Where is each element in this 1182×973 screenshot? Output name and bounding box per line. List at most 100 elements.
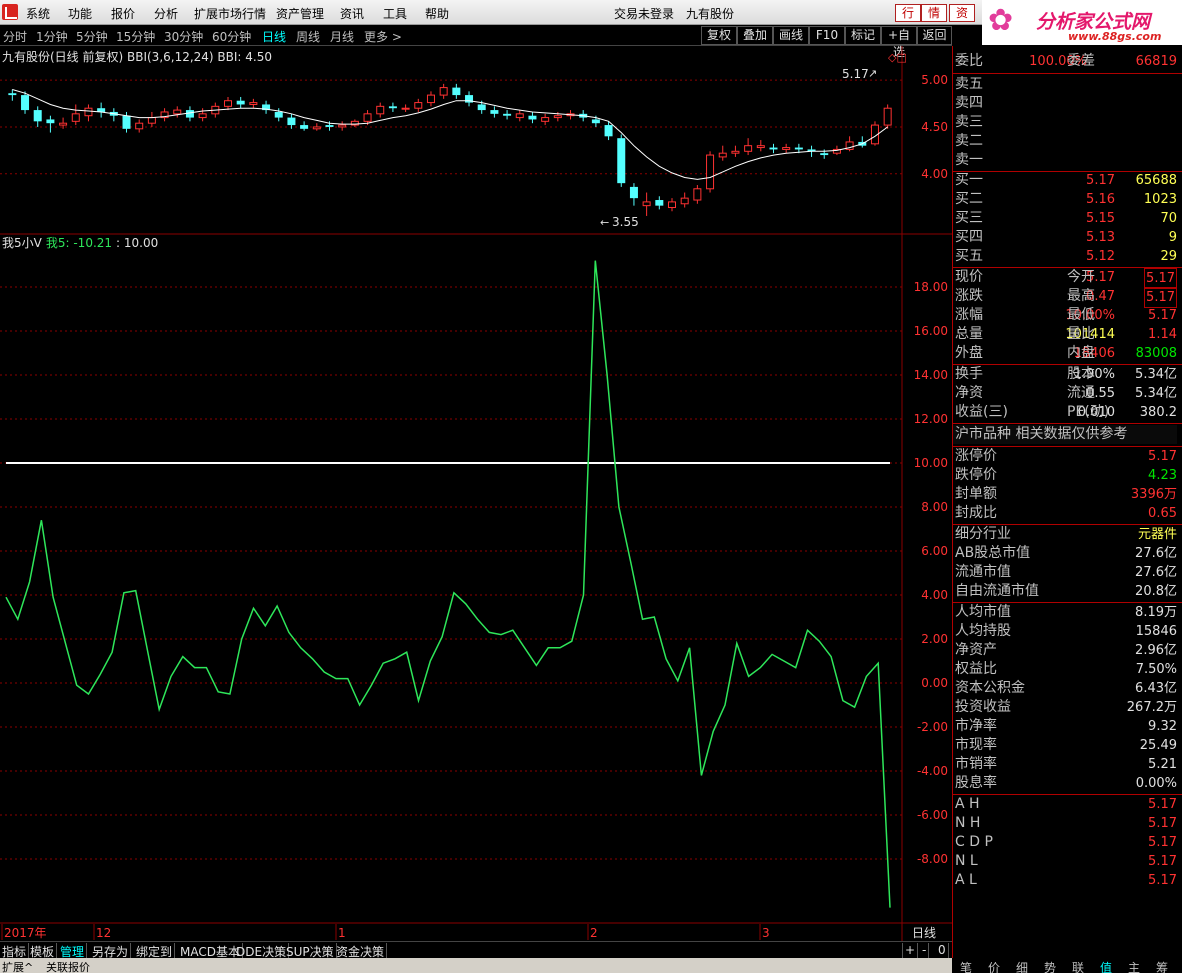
zoom-out-button[interactable]: - (920, 943, 930, 959)
mark-button[interactable]: 标记 (845, 26, 881, 45)
panel-tab[interactable]: 价 (988, 959, 1000, 973)
inner-value: 83008 (1135, 346, 1177, 361)
indicator-series (5, 260, 891, 908)
finance-label: 投资收益 (955, 699, 1011, 715)
indicator-y-tick: -4.00 (917, 764, 948, 778)
panel-tab[interactable]: 笔 (960, 959, 972, 973)
chart-canvas[interactable]: 5.004.504.0018.0016.0014.0012.0010.008.0… (0, 46, 952, 941)
candle (452, 83, 461, 99)
market-notice: 沪市品种 相关数据仅供参考 (955, 426, 1128, 442)
chart-area[interactable]: 5.00 4.50 4.00 18.00 16.00 14.00 12.00 10.00 8.0… (0, 46, 952, 941)
candle-body (312, 126, 321, 130)
add-watchlist-button[interactable]: +自选 (881, 26, 917, 59)
inner-label: 内盘 (1067, 345, 1095, 361)
period-monthly[interactable]: 月线 (330, 28, 354, 45)
buy5-volume: 29 (1160, 249, 1177, 264)
adjust-button[interactable]: 复权 (701, 26, 737, 45)
period-more[interactable]: 更多 > (364, 28, 402, 45)
tab-dde[interactable]: DDE决策 (234, 943, 290, 959)
index-value: 5.17 (1148, 835, 1177, 850)
zoom-in-button[interactable]: + (902, 943, 919, 959)
sell5-label: 卖五 (955, 76, 983, 92)
volume-ratio-label: 量比 (1067, 326, 1095, 342)
quote-tab-button-2[interactable]: 情 (921, 4, 947, 22)
extend-toggle[interactable]: 扩展^ (2, 959, 33, 973)
chart-corner-icon[interactable]: ◇□ (888, 51, 907, 64)
candle-body (756, 145, 765, 149)
candle-body (820, 153, 829, 156)
period-60min[interactable]: 60分钟 (212, 28, 251, 45)
pe-value: 380.2 (1139, 405, 1177, 420)
panel-tab[interactable]: 势 (1044, 959, 1056, 973)
menu-news[interactable]: 资讯 (340, 5, 364, 22)
menu-function[interactable]: 功能 (68, 5, 92, 22)
period-daily[interactable]: 日线 (262, 28, 286, 45)
candle (147, 111, 156, 127)
panel-tab[interactable]: 细 (1016, 959, 1028, 973)
candle-body (617, 138, 626, 184)
candle-body (21, 95, 30, 111)
panel-tab[interactable]: 联 (1072, 959, 1084, 973)
zoom-reset-button[interactable]: 0 (936, 943, 949, 959)
panel-tab[interactable]: 值 (1100, 959, 1112, 973)
candle (782, 143, 791, 154)
candle-body (794, 147, 803, 150)
indicator-y-tick: -6.00 (917, 808, 948, 822)
order-row: 卖二 (953, 132, 1177, 151)
tab-capital[interactable]: 资金决策 (334, 943, 388, 959)
index-row: N L 5.17 (953, 852, 1177, 871)
asset-tab-button[interactable]: 资 (949, 4, 975, 22)
tab-bind-to[interactable]: 绑定到 (134, 943, 176, 959)
menu-quote[interactable]: 报价 (111, 5, 135, 22)
candlestick-series (8, 83, 892, 216)
indicator-y-tick: -2.00 (917, 720, 948, 734)
candle-body (338, 124, 347, 128)
period-tick[interactable]: 分时 (3, 28, 27, 45)
indicator-y-tick: 0.00 (921, 676, 948, 690)
panel-tab-bar: 笔价细势联值主筹 (952, 958, 1182, 973)
panel-tab[interactable]: 筹 (1156, 959, 1168, 973)
candle-body (198, 113, 207, 119)
period-weekly[interactable]: 周线 (296, 28, 320, 45)
menu-tools[interactable]: 工具 (383, 5, 407, 22)
order-row: 买一 5.17 65688 (953, 171, 1177, 190)
candle-body (629, 186, 638, 199)
f10-button[interactable]: F10 (809, 26, 845, 45)
candle-body (439, 87, 448, 96)
quote-panel: 委比 100.00% 委差 66819 卖五 卖四 卖三 卖二 卖一 买一 5.1… (952, 46, 1182, 960)
draw-button[interactable]: 画线 (773, 26, 809, 45)
menu-analysis[interactable]: 分析 (154, 5, 178, 22)
finance-row: 市净率 9.32 (953, 717, 1177, 736)
grid-lines (0, 46, 952, 941)
back-button[interactable]: 返回 (917, 26, 952, 45)
candle-body (173, 109, 182, 115)
related-quote-tab[interactable]: 关联报价 (46, 959, 90, 973)
tab-manage[interactable]: 管理 (58, 943, 88, 959)
indicator-y-tick: 4.00 (921, 588, 948, 602)
sell2-label: 卖二 (955, 133, 983, 149)
panel-tab[interactable]: 主 (1128, 959, 1140, 973)
candle (338, 121, 347, 131)
menu-asset-management[interactable]: 资产管理 (276, 5, 324, 22)
period-15min[interactable]: 15分钟 (116, 28, 155, 45)
candle-body (769, 147, 778, 150)
period-30min[interactable]: 30分钟 (164, 28, 203, 45)
menu-extended-market[interactable]: 扩展市场行情 (194, 5, 266, 22)
tab-save-as[interactable]: 另存为 (90, 943, 132, 959)
quote-tab-button-1[interactable]: 行 (895, 4, 921, 22)
period-5min[interactable]: 5分钟 (76, 28, 108, 45)
tab-sup[interactable]: SUP决策 (284, 943, 337, 959)
period-1min[interactable]: 1分钟 (36, 28, 68, 45)
share-capital-value: 5.34亿 (1135, 367, 1177, 382)
candle-body (71, 113, 80, 122)
tab-template[interactable]: 模板 (28, 943, 58, 959)
app-logo-icon (2, 4, 18, 20)
quote-row: 涨幅 10.00% 最低 5.17 (953, 306, 1177, 325)
menu-system[interactable]: 系统 (26, 5, 50, 22)
menu-help[interactable]: 帮助 (425, 5, 449, 22)
sell1-label: 卖一 (955, 152, 983, 168)
candle-body (693, 188, 702, 201)
candle (541, 113, 550, 126)
tab-indicator[interactable]: 指标 (0, 943, 30, 959)
overlay-button[interactable]: 叠加 (737, 26, 773, 45)
